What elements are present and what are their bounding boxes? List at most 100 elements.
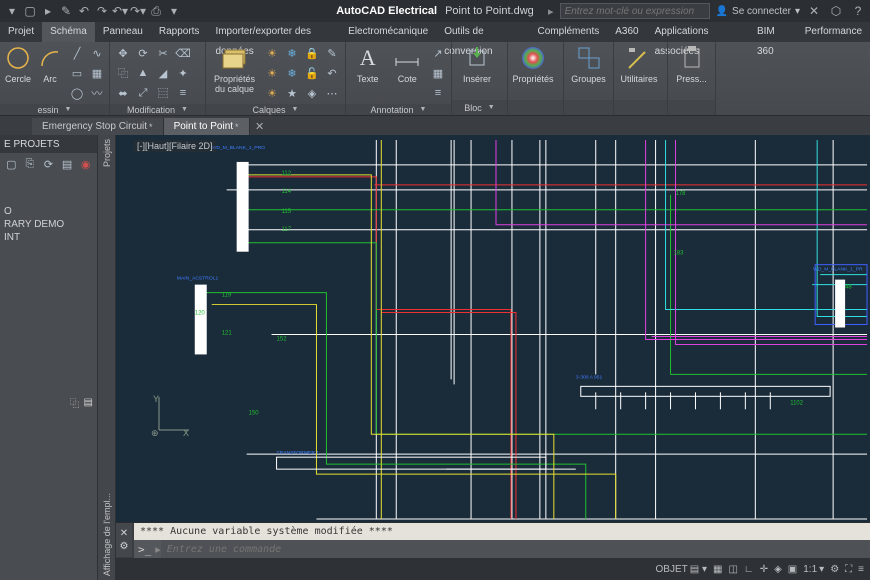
redo-icon[interactable]: ↷	[94, 3, 110, 19]
status-custom-icon[interactable]: ≡	[858, 564, 864, 575]
proj-collapse-icon[interactable]: ⿻	[70, 395, 80, 410]
exchange-icon[interactable]: ✕	[806, 3, 822, 19]
tab-rapports[interactable]: Rapports	[151, 22, 208, 42]
line-icon[interactable]: ╱	[68, 44, 86, 62]
proj-item-0[interactable]: O	[2, 205, 95, 218]
command-input[interactable]	[161, 540, 870, 558]
help-icon[interactable]: ?	[850, 3, 866, 19]
save-icon[interactable]: ✎	[58, 3, 74, 19]
groupes-button[interactable]: Groupes	[568, 44, 609, 98]
utilitaires-button[interactable]: Utilitaires	[618, 44, 660, 98]
layer-freeze-icon[interactable]: ❄	[283, 44, 301, 62]
viewport-label[interactable]: [-][Haut][Filaire 2D]	[134, 140, 216, 152]
app-menu-icon[interactable]: ▾	[4, 3, 20, 19]
proj-filter-icon[interactable]: ▤	[60, 156, 75, 172]
presse-button[interactable]: Press...	[672, 44, 711, 98]
layer-walk-icon[interactable]: ◈	[303, 84, 321, 102]
vtab-affichage[interactable]: Affichage de l'empl...	[102, 493, 112, 576]
doctab-point[interactable]: Point to Point*	[164, 118, 250, 135]
array-icon[interactable]: ⿳	[154, 84, 172, 102]
leader-icon[interactable]: ↗	[429, 44, 447, 62]
rect-icon[interactable]: ▭	[68, 64, 86, 82]
doctab-emergency[interactable]: Emergency Stop Circuit*	[32, 118, 164, 135]
layer-on-icon[interactable]: ☀	[263, 84, 281, 102]
status-ortho-icon[interactable]: ∟	[744, 564, 754, 575]
proj-item-2[interactable]: INT	[2, 231, 95, 244]
tab-projet[interactable]: Projet	[0, 22, 42, 42]
layer-prev-icon[interactable]: ↶	[323, 64, 341, 82]
undo-drop-icon[interactable]: ↶▾	[112, 3, 128, 19]
projects-tree[interactable]: O RARY DEMO INT	[0, 175, 97, 394]
ellipse-icon[interactable]: ◯	[68, 84, 86, 102]
new-icon[interactable]: ▢	[22, 3, 38, 19]
copy-icon[interactable]: ⿻	[114, 64, 132, 82]
tab-schema[interactable]: Schéma	[42, 22, 95, 42]
erase-icon[interactable]: ⌫	[174, 44, 192, 62]
side-palette-strip[interactable]: Projets Affichage de l'empl...	[98, 135, 116, 580]
layer-iso-icon[interactable]: ☀	[263, 64, 281, 82]
drawing-canvas[interactable]: [-][Haut][Filaire 2D]	[116, 135, 870, 522]
layer-unlock-icon[interactable]: 🔓	[303, 64, 321, 82]
layer-thaw-icon[interactable]: ❄	[283, 64, 301, 82]
stretch-icon[interactable]: ⬌	[114, 84, 132, 102]
proj-help-icon[interactable]: ◉	[78, 156, 93, 172]
vtab-projets[interactable]: Projets	[102, 139, 112, 167]
proj-settings-icon[interactable]: ▤	[84, 397, 93, 408]
arc-button[interactable]: Arc	[36, 44, 64, 98]
proj-new-icon[interactable]: ▢	[4, 156, 19, 172]
status-polar-icon[interactable]: ✛	[760, 564, 768, 575]
plot-icon[interactable]: ⎙	[148, 3, 164, 19]
tab-apps[interactable]: Applications associées	[647, 22, 749, 42]
layer-off-icon[interactable]: ☀	[263, 44, 281, 62]
trim-icon[interactable]: ✂	[154, 44, 172, 62]
cote-button[interactable]: Cote	[390, 44, 426, 98]
status-snap-icon[interactable]: ◫	[728, 564, 737, 575]
scale-icon[interactable]: ⤢	[134, 84, 152, 102]
status-gear-icon[interactable]: ⚙	[830, 564, 839, 575]
proj-refresh-icon[interactable]: ⟳	[41, 156, 56, 172]
redo-drop-icon[interactable]: ↷▾	[130, 3, 146, 19]
command-close[interactable]: ✕⚙	[116, 523, 132, 557]
add-tab-button[interactable]: ✕	[250, 118, 270, 135]
polyline-icon[interactable]: ∿	[88, 44, 106, 62]
qat-more-icon[interactable]: ▾	[166, 3, 182, 19]
offset-icon[interactable]: ≡	[174, 84, 192, 102]
open-icon[interactable]: ▸	[40, 3, 56, 19]
proprietes-button[interactable]: Propriétés	[512, 44, 554, 98]
tab-performance[interactable]: Performance	[797, 22, 870, 42]
tab-electromecanique[interactable]: Electromécanique	[340, 22, 436, 42]
tab-bim360[interactable]: BIM 360	[749, 22, 797, 42]
proj-open-icon[interactable]: ⎘	[23, 156, 38, 172]
hatch-icon[interactable]: ▦	[88, 64, 106, 82]
signin-button[interactable]: 👤 Se connecter ▾	[716, 6, 800, 17]
table-icon[interactable]: ▦	[429, 64, 447, 82]
stayconnected-icon[interactable]: ⬡	[828, 3, 844, 19]
tab-conversion[interactable]: Outils de conversion	[436, 22, 529, 42]
mirror-icon[interactable]: ▲	[134, 64, 152, 82]
inserer-button[interactable]: Insérer	[456, 44, 498, 98]
status-iso-icon[interactable]: ◈	[774, 564, 782, 575]
proj-item-1[interactable]: RARY DEMO	[2, 218, 95, 231]
layer-match-icon[interactable]: ✎	[323, 44, 341, 62]
status-osnap-icon[interactable]: ▣	[788, 564, 797, 575]
layer-more-icon[interactable]: ⋯	[323, 84, 341, 102]
layer-lock-icon[interactable]: 🔒	[303, 44, 321, 62]
fillet-icon[interactable]: ◢	[154, 64, 172, 82]
status-max-icon[interactable]: ⛶	[845, 564, 852, 575]
mtext-icon[interactable]: ≡	[429, 84, 447, 102]
tab-import-export[interactable]: Importer/exporter des données	[207, 22, 340, 42]
layer-properties-button[interactable]: Propriétés du calque	[210, 44, 259, 98]
move-icon[interactable]: ✥	[114, 44, 132, 62]
spline-icon[interactable]: 〰	[88, 84, 106, 102]
layer-state-icon[interactable]: ★	[283, 84, 301, 102]
help-search-input[interactable]	[560, 3, 710, 19]
explode-icon[interactable]: ✦	[174, 64, 192, 82]
texte-button[interactable]: A Texte	[350, 44, 386, 98]
undo-icon[interactable]: ↶	[76, 3, 92, 19]
status-scale[interactable]: 1:1 ▾	[803, 564, 824, 575]
status-grid-icon[interactable]: ▦	[713, 564, 722, 575]
status-objet[interactable]: OBJET ▤ ▾	[656, 564, 707, 575]
tab-a360[interactable]: A360	[607, 22, 646, 42]
cercle-button[interactable]: Cercle	[4, 44, 32, 98]
tab-complements[interactable]: Compléments	[530, 22, 608, 42]
